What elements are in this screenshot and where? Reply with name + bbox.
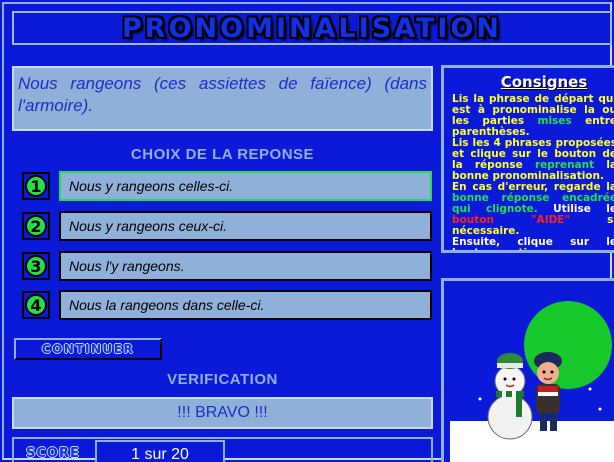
- instructions-highlight: continuer: [497, 247, 553, 253]
- header-bar: PRONOMINALISATION: [12, 11, 612, 45]
- instructions-text: Lis la phrase de départ qui est à pronom…: [452, 94, 614, 253]
- page-title: PRONOMINALISATION: [122, 12, 502, 44]
- phrase-text: Nous rangeons (ces assiettes de faïence)…: [18, 74, 427, 115]
- choice-number-badge: 3: [25, 255, 47, 277]
- instructions-line: .: [552, 247, 557, 253]
- phrase-panel: Nous rangeons (ces assiettes de faïence)…: [12, 66, 433, 131]
- illustration-area: [450, 289, 614, 462]
- instructions-title: Consignes: [500, 73, 588, 91]
- continue-button[interactable]: CONTINUER: [14, 338, 162, 360]
- verification-title: VERIFICATION: [167, 371, 278, 388]
- choice-number-badge: 2: [25, 215, 47, 237]
- score-box: 1 sur 20: [95, 440, 225, 462]
- choice-2-button[interactable]: Nous y rangeons ceux-ci.: [59, 211, 432, 241]
- instructions-highlight: mises: [537, 115, 572, 127]
- result-panel: !!! BRAVO !!!: [12, 397, 433, 429]
- choice-number-badge: 1: [25, 175, 47, 197]
- score-value: 1 sur 20: [131, 446, 189, 462]
- choice-2-number-button[interactable]: 2: [22, 212, 50, 240]
- choice-4-number-button[interactable]: 4: [22, 291, 50, 319]
- choices-section-title: CHOIX DE LA REPONSE: [130, 146, 315, 163]
- instructions-line: Ensuite, clique sur le bouton: [452, 236, 614, 253]
- snowman-kids-illustration: [450, 289, 614, 440]
- instructions-panel: Consignes Lis la phrase de départ qui es…: [441, 65, 614, 253]
- result-text: !!! BRAVO !!!: [177, 404, 268, 421]
- choice-3-button[interactable]: Nous l'y rangeons.: [59, 251, 432, 281]
- choice-1-button[interactable]: Nous y rangeons celles-ci.: [59, 171, 432, 201]
- score-label: SCORE: [26, 446, 80, 461]
- choice-4-button[interactable]: Nous la rangeons dans celle-ci.: [59, 290, 432, 320]
- choice-1-number-button[interactable]: 1: [22, 172, 50, 200]
- choice-number-badge: 4: [25, 294, 47, 316]
- choice-3-number-button[interactable]: 3: [22, 252, 50, 280]
- continue-label: CONTINUER: [41, 342, 135, 356]
- illustration-panel: [441, 278, 614, 462]
